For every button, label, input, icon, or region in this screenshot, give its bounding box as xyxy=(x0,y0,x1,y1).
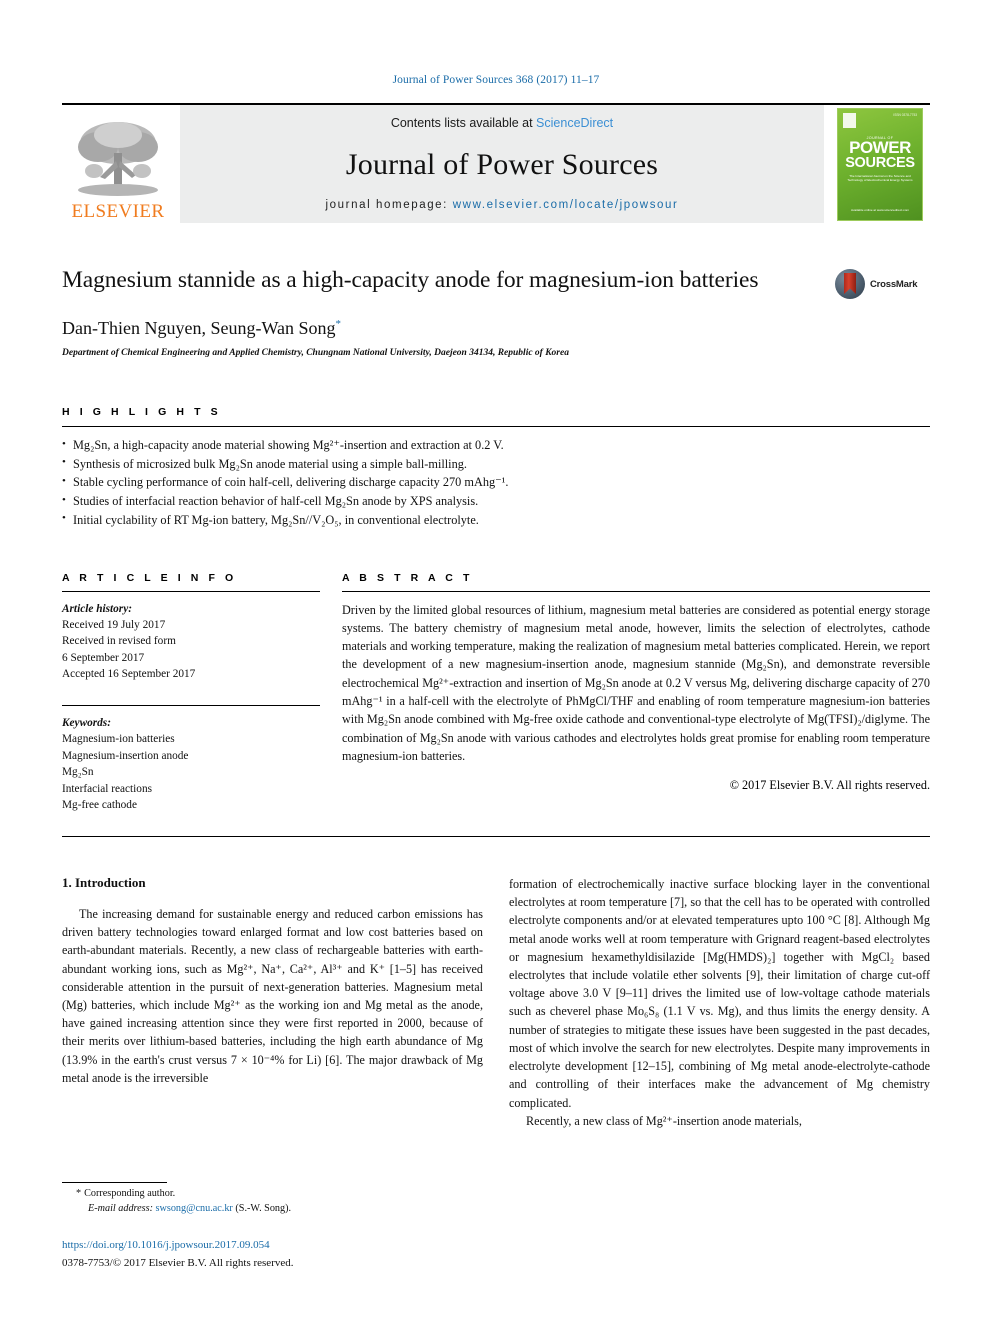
homepage-line: journal homepage: www.elsevier.com/locat… xyxy=(326,199,679,211)
journal-cover-thumbnail: ISSN 0378-7753 JOURNAL OF POWER SOURCES … xyxy=(830,105,930,223)
email-suffix: (S.-W. Song). xyxy=(235,1202,292,1214)
page-title: Magnesium stannide as a high-capacity an… xyxy=(62,267,759,293)
crossmark-label: CrossMark xyxy=(870,278,918,290)
issn-copyright: 0378-7753/© 2017 Elsevier B.V. All right… xyxy=(62,1257,294,1269)
section-divider xyxy=(62,835,930,837)
elsevier-tree-icon xyxy=(78,122,158,196)
homepage-prefix: journal homepage: xyxy=(325,199,453,211)
article-history-label: Article history: xyxy=(62,602,132,615)
cover-elsevier-icon xyxy=(843,112,856,128)
keywords-block: Keywords: Magnesium-ion batteries Magnes… xyxy=(62,704,320,814)
email-note: E-mail address: swsong@cnu.ac.kr (S.-W. … xyxy=(62,1202,464,1217)
abstract-rule xyxy=(342,590,930,592)
corresponding-author-marker: * xyxy=(335,318,342,331)
list-item: Initial cyclability of RT Mg-ion battery… xyxy=(62,510,930,530)
body-column-right: formation of electrochemically inactive … xyxy=(509,875,930,1130)
keyword-item: Magnesium-ion batteries xyxy=(62,733,175,746)
crossmark-badge[interactable]: CrossMark xyxy=(835,265,930,299)
cover-title-line2: SOURCES xyxy=(845,154,915,171)
footnote-star: * xyxy=(76,1187,82,1199)
email-label: E-mail address: xyxy=(88,1202,153,1214)
history-line: Received in revised form xyxy=(62,635,176,648)
keywords-body: Keywords: Magnesium-ion batteries Magnes… xyxy=(62,715,320,814)
cover-top-row: ISSN 0378-7753 xyxy=(843,112,917,128)
journal-title: Journal of Power Sources xyxy=(345,147,659,181)
page-footnote: * Corresponding author. E-mail address: s… xyxy=(62,1181,464,1272)
highlights-list: Mg₂Sn, a high-capacity anode material sh… xyxy=(62,436,930,529)
author-names: Dan-Thien Nguyen, Seung-Wan Song xyxy=(62,318,336,339)
journal-masthead: ELSEVIER Contents lists available at Sci… xyxy=(62,103,930,223)
article-history-block: Article history: Received 19 July 2017 R… xyxy=(62,601,320,683)
keywords-label: Keywords: xyxy=(62,716,111,729)
body-columns: 1. Introduction The increasing demand fo… xyxy=(62,875,930,1130)
abstract-copyright: © 2017 Elsevier B.V. All rights reserved… xyxy=(729,778,930,793)
homepage-url-link[interactable]: www.elsevier.com/locate/jpowsour xyxy=(453,199,679,211)
abstract-text: Driven by the limited global resources o… xyxy=(342,602,930,763)
crossmark-icon xyxy=(835,269,865,299)
introduction-heading: 1. Introduction xyxy=(62,874,146,890)
keyword-item: Interfacial reactions xyxy=(62,782,153,795)
email-link[interactable]: swsong@cnu.ac.kr xyxy=(156,1203,233,1214)
title-area: Magnesium stannide as a high-capacity an… xyxy=(62,265,930,358)
paper-page: Journal of Power Sources 368 (2017) 11–1… xyxy=(0,0,992,1323)
intro-paragraph-left: The increasing demand for sustainable en… xyxy=(62,906,483,1085)
corresponding-author-text: Corresponding author. xyxy=(84,1187,176,1199)
corresponding-author-note: * Corresponding author. xyxy=(62,1187,464,1202)
list-item: Synthesis of microsized bulk Mg₂Sn anode… xyxy=(62,454,930,474)
cover-title-line1: POWER xyxy=(849,137,911,157)
article-info-column: A R T I C L E I N F O Article history: R… xyxy=(62,572,342,814)
elsevier-wordmark: ELSEVIER xyxy=(71,201,165,222)
keyword-item: Magnesium-insertion anode xyxy=(62,749,189,762)
body-column-left: 1. Introduction The increasing demand fo… xyxy=(62,875,483,1130)
abstract-column: A B S T R A C T Driven by the limited gl… xyxy=(342,572,930,794)
abstract-heading: A B S T R A C T xyxy=(342,571,473,584)
list-item: Stable cycling performance of coin half-… xyxy=(62,473,930,492)
doi-block: https://doi.org/10.1016/j.jpowsour.2017.… xyxy=(62,1237,464,1272)
list-item: Mg₂Sn, a high-capacity anode material sh… xyxy=(62,436,930,455)
running-head: Journal of Power Sources 368 (2017) 11–1… xyxy=(392,74,600,86)
history-line: Accepted 16 September 2017 xyxy=(62,668,196,681)
highlights-heading: H I G H L I G H T S xyxy=(62,406,222,419)
intro-paragraph-right: formation of electrochemically inactive … xyxy=(509,876,930,1110)
doi-link[interactable]: https://doi.org/10.1016/j.jpowsour.2017.… xyxy=(62,1237,464,1254)
cover-issn: ISSN 0378-7753 xyxy=(893,112,917,117)
title-block: Magnesium stannide as a high-capacity an… xyxy=(62,265,835,358)
cover-image: ISSN 0378-7753 JOURNAL OF POWER SOURCES … xyxy=(837,107,923,221)
journal-band: Contents lists available at ScienceDirec… xyxy=(180,105,824,223)
keyword-item: Mg₂Sn xyxy=(62,766,94,779)
cover-subtitle: The International Journal on the Science… xyxy=(847,173,913,183)
contents-prefix: Contents lists available at xyxy=(390,116,537,130)
footnote-rule xyxy=(62,1181,167,1183)
keyword-item: Mg-free cathode xyxy=(62,799,137,812)
elsevier-logo: ELSEVIER xyxy=(62,105,174,223)
list-item: Studies of interfacial reaction behavior… xyxy=(62,492,930,511)
article-info-rule xyxy=(62,590,320,592)
author-list: Dan-Thien Nguyen, Seung-Wan Song* xyxy=(62,318,821,339)
article-info-heading: A R T I C L E I N F O xyxy=(62,571,237,584)
highlights-section: H I G H L I G H T S Mg₂Sn, a high-capaci… xyxy=(62,406,930,529)
sciencedirect-link[interactable]: ScienceDirect xyxy=(536,116,613,130)
history-line: 6 September 2017 xyxy=(62,651,145,664)
history-line: Received 19 July 2017 xyxy=(62,619,166,631)
cover-footer: Available online at www.sciencedirect.co… xyxy=(850,207,910,212)
contents-line: Contents lists available at ScienceDirec… xyxy=(391,116,613,130)
info-abstract-row: A R T I C L E I N F O Article history: R… xyxy=(62,572,930,814)
intro-paragraph-right-2: Recently, a new class of Mg²⁺-insertion … xyxy=(526,1113,802,1128)
affiliation: Department of Chemical Engineering and A… xyxy=(62,348,569,359)
highlights-rule xyxy=(62,426,930,428)
keywords-rule xyxy=(62,704,320,706)
